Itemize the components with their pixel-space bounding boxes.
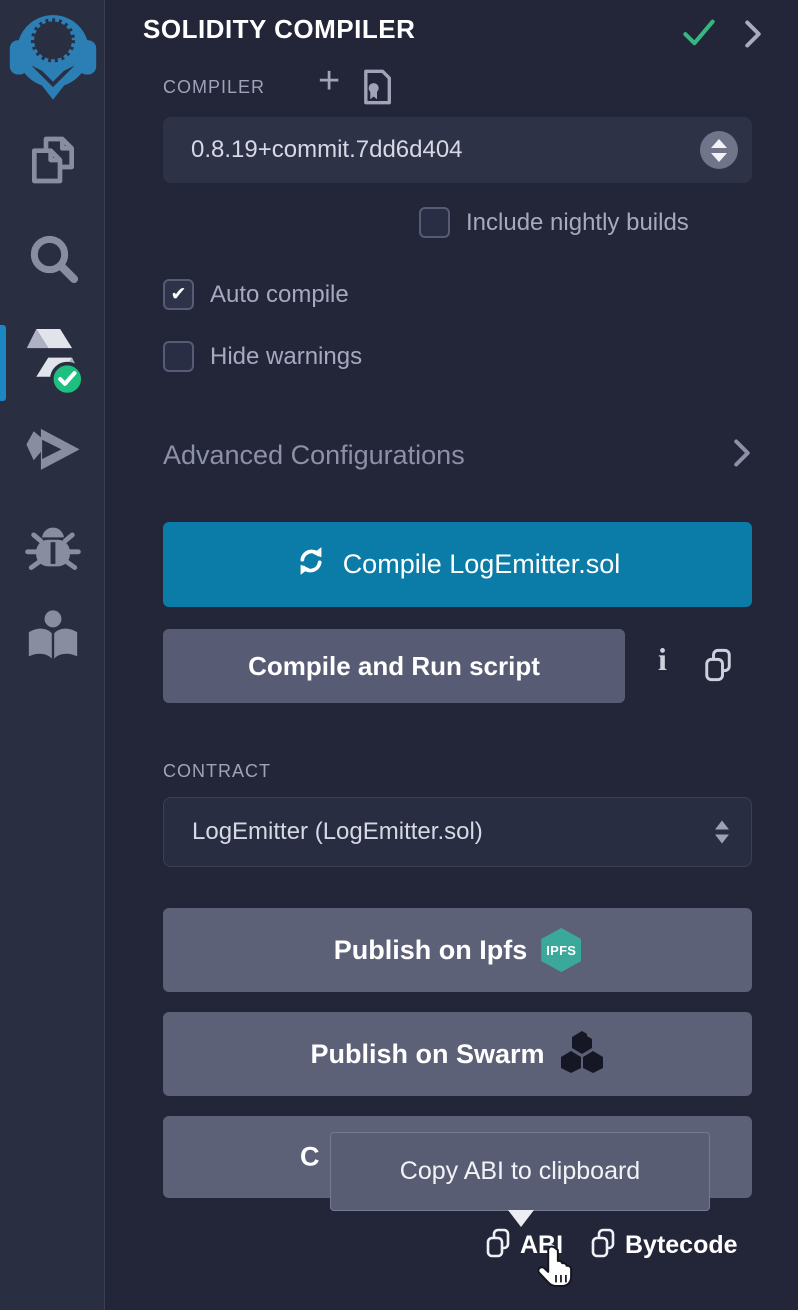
compile-and-run-label: Compile and Run script xyxy=(248,651,540,682)
select-caret-icon xyxy=(715,821,729,844)
remix-logo-icon xyxy=(8,4,98,105)
compiler-version-select[interactable]: 0.8.19+commit.7dd6d404 xyxy=(163,117,752,183)
sync-icon xyxy=(295,545,327,584)
hide-warnings-label: Hide warnings xyxy=(210,343,362,371)
chevron-right-icon xyxy=(732,438,752,473)
hide-warnings-checkbox[interactable] xyxy=(163,341,194,372)
include-nightly-checkbox[interactable] xyxy=(419,207,450,238)
contract-select[interactable]: LogEmitter (LogEmitter.sol) xyxy=(163,797,752,867)
advanced-configurations-toggle[interactable]: Advanced Configurations xyxy=(163,438,752,473)
bug-icon xyxy=(24,518,82,581)
icon-sidebar xyxy=(0,0,105,1310)
publish-ipfs-button[interactable]: Publish on Ipfs IPFS xyxy=(163,908,752,992)
compiler-section-label: COMPILER xyxy=(163,77,265,98)
auto-compile-label: Auto compile xyxy=(210,281,349,309)
abi-label: ABI xyxy=(520,1231,563,1260)
sidebar-item-file-explorer[interactable] xyxy=(0,130,105,194)
remix-solidity-compiler-screen: SOLIDITY COMPILER COMPILER + 0.8.19+comm… xyxy=(0,0,798,1310)
contract-section-label: CONTRACT xyxy=(163,761,271,782)
info-icon[interactable]: i xyxy=(658,641,667,678)
sidebar-item-search[interactable] xyxy=(0,228,105,292)
compile-success-check-icon xyxy=(682,18,716,53)
tooltip-arrow xyxy=(508,1210,534,1227)
panel-chevron-right-icon[interactable] xyxy=(742,19,764,54)
include-nightly-label: Include nightly builds xyxy=(466,209,689,237)
solidity-compiler-icon xyxy=(22,324,84,401)
updown-stepper-icon xyxy=(700,131,738,169)
bytecode-label: Bytecode xyxy=(625,1231,738,1260)
copy-abi-tooltip: Copy ABI to clipboard xyxy=(330,1132,710,1211)
copy-icon xyxy=(484,1227,512,1264)
book-reader-icon xyxy=(24,608,82,671)
ipfs-logo-icon: IPFS xyxy=(541,928,581,972)
compile-button[interactable]: Compile LogEmitter.sol xyxy=(163,522,752,607)
swarm-logo-icon xyxy=(559,1029,605,1080)
publish-swarm-label: Publish on Swarm xyxy=(310,1039,544,1070)
compile-and-run-button[interactable]: Compile and Run script xyxy=(163,629,625,703)
ethereum-arrow-icon xyxy=(24,425,82,486)
auto-compile-checkbox[interactable]: ✔ xyxy=(163,279,194,310)
publish-swarm-button[interactable]: Publish on Swarm xyxy=(163,1012,752,1096)
solidity-compiler-panel: SOLIDITY COMPILER COMPILER + 0.8.19+comm… xyxy=(106,0,798,1310)
copy-script-icon[interactable] xyxy=(702,647,734,688)
advanced-configurations-label: Advanced Configurations xyxy=(163,440,465,471)
compile-button-label: Compile LogEmitter.sol xyxy=(343,549,621,580)
hide-warnings-checkbox-row[interactable]: Hide warnings xyxy=(163,341,362,372)
sidebar-item-deploy-and-run[interactable] xyxy=(0,420,105,490)
add-custom-compiler-icon[interactable]: + xyxy=(318,62,340,100)
compiler-license-file-icon[interactable] xyxy=(360,68,394,111)
copy-abi-tooltip-text: Copy ABI to clipboard xyxy=(400,1157,640,1186)
search-icon xyxy=(25,230,81,291)
compilation-details-visible-text: C xyxy=(300,1142,320,1173)
include-nightly-checkbox-row[interactable]: Include nightly builds xyxy=(419,207,689,238)
checkmark-icon: ✔ xyxy=(171,285,187,304)
page-title: SOLIDITY COMPILER xyxy=(143,14,415,45)
files-icon xyxy=(25,132,81,193)
compiler-version-value: 0.8.19+commit.7dd6d404 xyxy=(163,136,463,164)
auto-compile-checkbox-row[interactable]: ✔ Auto compile xyxy=(163,279,349,310)
contract-selected-value: LogEmitter (LogEmitter.sol) xyxy=(164,818,483,846)
copy-bytecode-button[interactable]: Bytecode xyxy=(589,1227,738,1264)
sidebar-item-learneth[interactable] xyxy=(0,604,105,674)
copy-icon xyxy=(589,1227,617,1264)
copy-abi-button[interactable]: ABI xyxy=(484,1227,563,1264)
sidebar-item-solidity-compiler[interactable] xyxy=(0,322,105,402)
sidebar-item-debugger[interactable] xyxy=(0,514,105,584)
remix-home-button[interactable] xyxy=(0,4,105,104)
publish-ipfs-label: Publish on Ipfs xyxy=(334,935,528,966)
